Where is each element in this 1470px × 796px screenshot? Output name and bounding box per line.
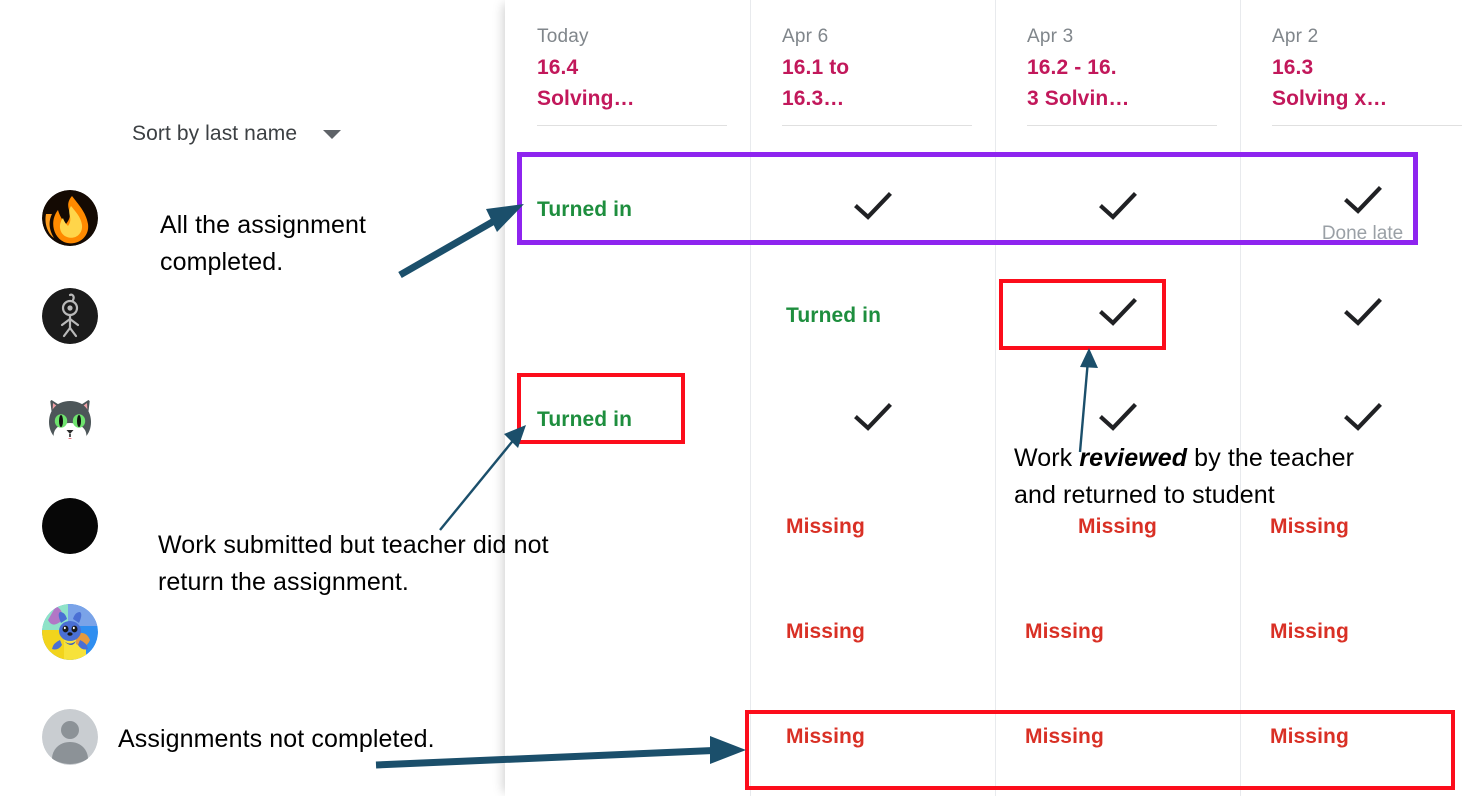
status-cell[interactable]: Missing [1240,620,1470,644]
assignment-title-line1: 16.2 - 16. [1027,56,1117,79]
assignment-title-line2: Solving… [537,87,635,110]
column-divider [750,0,751,796]
avatar[interactable] [42,190,98,246]
sort-by-last-name-dropdown[interactable]: Sort by last name [132,122,342,146]
assignment-header[interactable]: Apr 3 16.2 - 16. 3 Solvin… [1027,22,1217,126]
header-rule [1272,125,1462,126]
status-missing: Missing [786,515,865,538]
arrow-to-completed-row [190,195,530,285]
default-person-avatar-icon [42,709,98,765]
stick-figure-avatar-icon [42,288,98,344]
status-missing: Missing [1270,620,1349,643]
assignment-header[interactable]: Today 16.4 Solving… [537,22,727,126]
assignment-title-line2: Solving x… [1272,87,1388,110]
header-rule [782,125,972,126]
assignment-date: Apr 6 [782,26,829,47]
avatar[interactable] [42,498,98,554]
assignment-header[interactable]: Apr 6 16.1 to 16.3… [782,22,972,126]
status-cell[interactable]: Missing [750,515,995,539]
arrow-to-reviewed-check [1060,330,1190,460]
arrow-to-turned-in [420,415,550,540]
assignment-title-line2: 3 Solvin… [1027,87,1130,110]
status-missing: Missing [1270,515,1349,538]
checkmark-icon [1343,403,1383,433]
status-missing: Missing [786,620,865,643]
header-rule [1027,125,1217,126]
annotation-work-submitted: Work submitted but teacher did not retur… [158,527,678,601]
status-cell[interactable] [1240,403,1470,438]
status-cell[interactable] [1240,298,1470,333]
status-cell[interactable]: Turned in [750,304,995,328]
roster-column: Sort by last name [0,0,505,796]
checkmark-icon [853,403,893,433]
avatar[interactable] [42,604,98,660]
assignment-date: Today [537,26,589,47]
status-cell[interactable]: Missing [995,515,1240,539]
class-grid-screenshot: Sort by last name Today 16.4 Solving… Ap… [0,0,1470,796]
assignment-date: Apr 3 [1027,26,1074,47]
avatar[interactable] [42,709,98,765]
assignment-title-line1: 16.1 to [782,56,850,79]
status-cell[interactable]: Missing [995,620,1240,644]
checkmark-icon [1343,298,1383,328]
avatar[interactable] [42,288,98,344]
assignment-title-line1: 16.4 [537,56,579,79]
highlight-box-missing-row [745,710,1455,790]
column-divider [1240,0,1241,796]
cat-avatar-icon [42,393,98,449]
status-turned-in: Turned in [786,304,882,327]
column-divider [995,0,996,796]
header-rule [537,125,727,126]
status-missing: Missing [1078,515,1157,538]
assignment-title-line2: 16.3… [782,87,845,110]
chevron-down-icon [323,129,342,139]
status-missing: Missing [1025,620,1104,643]
avatar[interactable] [42,393,98,449]
annotation-line: Work submitted but teacher did not [158,531,549,559]
flame-avatar-icon [42,190,98,246]
assignment-date: Apr 2 [1272,26,1319,47]
assignment-header[interactable]: Apr 2 16.3 Solving x… [1272,22,1462,126]
status-cell[interactable]: Missing [750,620,995,644]
status-cell[interactable]: Missing [1240,515,1470,539]
arrow-to-missing-row [370,720,760,780]
assignment-title-line1: 16.3 [1272,56,1314,79]
annotation-line: and returned to student [1014,481,1275,509]
annotation-line: return the assignment. [158,568,409,596]
black-circle-avatar-icon [42,498,98,554]
annotation-text: by the teacher [1187,444,1355,472]
highlight-box-row-completed [517,152,1418,245]
status-cell[interactable] [750,403,995,438]
sort-dropdown-label: Sort by last name [132,122,298,145]
stitch-avatar-icon [42,604,98,660]
